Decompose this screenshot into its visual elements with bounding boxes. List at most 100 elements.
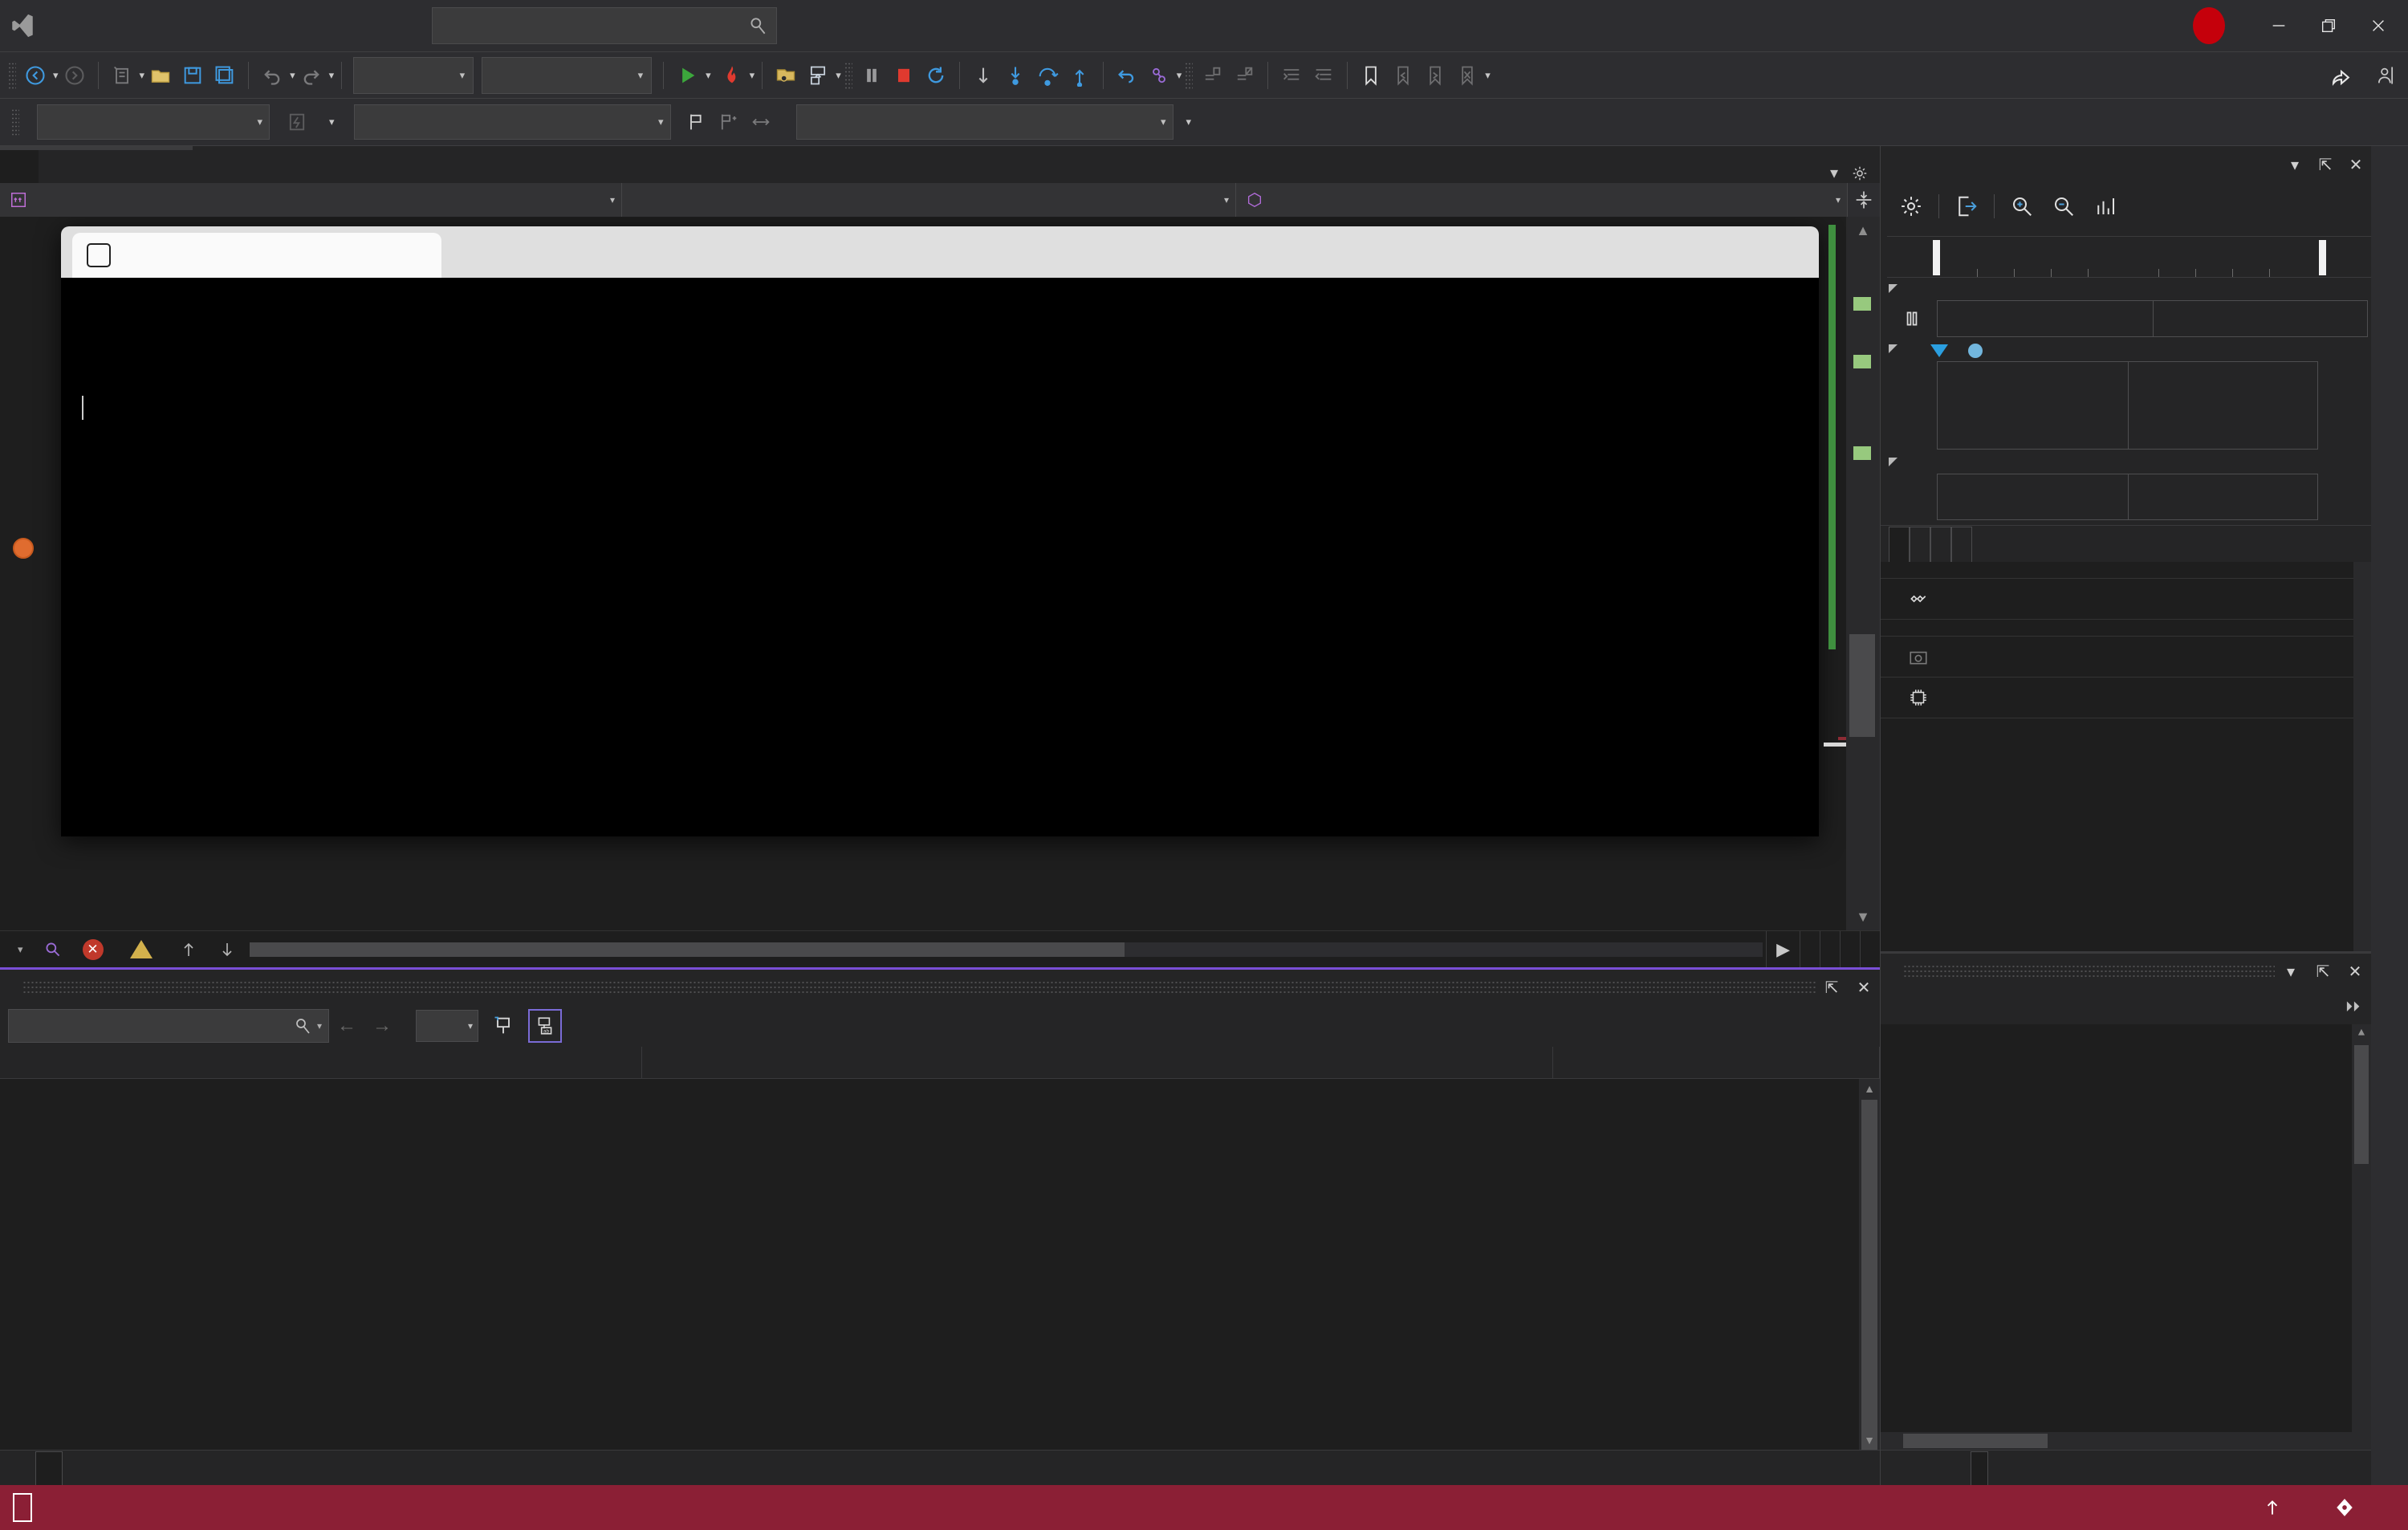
- menu-item-analyze[interactable]: [263, 0, 291, 51]
- clear-bookmarks-icon[interactable]: [1451, 57, 1483, 94]
- account-icon[interactable]: [2369, 57, 2402, 94]
- minimize-button[interactable]: [2254, 0, 2304, 51]
- zoom-out-icon[interactable]: [2043, 187, 2085, 226]
- intellicode-icon[interactable]: [1143, 57, 1175, 94]
- console-maximize-button[interactable]: [1694, 226, 1756, 278]
- column-header-type[interactable]: [1553, 1047, 1880, 1078]
- close-button[interactable]: [2353, 0, 2403, 51]
- next-bookmark-icon[interactable]: [1419, 57, 1451, 94]
- new-project-icon[interactable]: [106, 57, 138, 94]
- cpu-section-header[interactable]: [1881, 451, 2371, 474]
- step-settings-dropdown-icon[interactable]: ▾: [836, 69, 841, 82]
- next-issue-button[interactable]: [208, 931, 246, 968]
- menu-item-test[interactable]: [236, 0, 263, 51]
- cpu-graph[interactable]: [1937, 474, 2318, 520]
- menu-item-edit[interactable]: [72, 0, 100, 51]
- decrease-indent-icon[interactable]: [1308, 57, 1340, 94]
- add-to-source-control-button[interactable]: [2262, 1497, 2302, 1518]
- step-settings-icon[interactable]: [802, 57, 834, 94]
- scroll-down-icon[interactable]: ▼: [1846, 903, 1880, 930]
- zoom-level[interactable]: ▾: [0, 931, 33, 968]
- pin-to-source-icon[interactable]: [486, 1009, 520, 1043]
- panel-drag-handle[interactable]: [22, 980, 1816, 995]
- flag-thread-icon[interactable]: [681, 104, 713, 140]
- menu-item-project[interactable]: [154, 0, 181, 51]
- debugbar-overflow-icon[interactable]: ▾: [1186, 116, 1192, 128]
- show-raw-values-icon[interactable]: ab: [528, 1009, 562, 1043]
- menu-item-help[interactable]: [372, 0, 400, 51]
- search-next-icon[interactable]: →: [364, 1015, 400, 1037]
- locals-grid-body[interactable]: ▲ ▼: [0, 1079, 1880, 1450]
- nav-scope-select[interactable]: ▾: [622, 183, 1236, 217]
- output-overflow-icon[interactable]: ⏵⏵: [2345, 999, 2360, 1015]
- scroll-up-icon[interactable]: ▲: [1859, 1079, 1880, 1098]
- hot-reload-icon[interactable]: [716, 57, 748, 94]
- open-file-icon[interactable]: [144, 57, 177, 94]
- continue-button[interactable]: ▾: [671, 57, 716, 94]
- tab-immediate-window[interactable]: [1954, 1451, 1971, 1485]
- tab-exception-settings[interactable]: [1922, 1451, 1938, 1485]
- restore-button[interactable]: [2304, 0, 2353, 51]
- show-flagged-threads-icon[interactable]: [713, 104, 745, 140]
- summary-all-events[interactable]: [1881, 579, 2371, 620]
- save-icon[interactable]: [177, 57, 209, 94]
- close-icon[interactable]: ✕: [1848, 970, 1880, 1005]
- tab-command-window[interactable]: [1938, 1451, 1954, 1485]
- column-header-value[interactable]: [642, 1047, 1553, 1078]
- toolbar-overflow-icon[interactable]: ▾: [1485, 69, 1491, 82]
- memory-graph[interactable]: [1937, 361, 2318, 450]
- summary-enable-heap-profiling[interactable]: [1881, 678, 2371, 718]
- summary-take-snapshot[interactable]: [1881, 637, 2371, 678]
- console-tab[interactable]: [72, 233, 441, 278]
- console-window[interactable]: [61, 226, 1819, 836]
- step-out-icon[interactable]: [1064, 57, 1096, 94]
- tab-output[interactable]: [1971, 1451, 1988, 1485]
- stop-debugging-icon[interactable]: [888, 57, 920, 94]
- continue-dropdown-icon[interactable]: ▾: [706, 69, 711, 82]
- attach-process-icon[interactable]: [770, 57, 802, 94]
- line-endings[interactable]: [1860, 930, 1880, 968]
- avatar[interactable]: [2193, 7, 2225, 44]
- save-all-icon[interactable]: [209, 57, 241, 94]
- undo-icon[interactable]: [256, 57, 288, 94]
- output-text[interactable]: ▲: [1881, 1024, 2371, 1432]
- search-depth-select[interactable]: ▾: [416, 1010, 478, 1042]
- navigate-backward-icon[interactable]: [19, 57, 51, 94]
- gear-icon[interactable]: [1851, 165, 1869, 182]
- stackframe-select[interactable]: ▾: [795, 104, 1173, 140]
- menu-item-git[interactable]: [127, 0, 154, 51]
- lifecycle-events-icon[interactable]: [281, 104, 313, 140]
- column-header-name[interactable]: [0, 1047, 642, 1078]
- export-icon[interactable]: [1946, 187, 1987, 226]
- previous-bookmark-icon[interactable]: [1387, 57, 1419, 94]
- events-graph[interactable]: [1937, 300, 2368, 337]
- menu-item-file[interactable]: [45, 0, 72, 51]
- tab-autos[interactable]: [10, 1451, 35, 1485]
- menu-item-debug[interactable]: [209, 0, 236, 51]
- previous-issue-button[interactable]: [169, 931, 208, 968]
- scroll-down-icon[interactable]: ▼: [1859, 1430, 1880, 1450]
- locals-search-input[interactable]: ▾: [8, 1009, 329, 1043]
- process-select[interactable]: ▾: [37, 104, 270, 140]
- scroll-up-icon[interactable]: ▲: [2352, 1024, 2371, 1044]
- solution-platform-select[interactable]: ▾: [482, 56, 653, 94]
- error-count[interactable]: ✕: [73, 931, 120, 968]
- select-repository-button[interactable]: [2334, 1497, 2374, 1518]
- console-close-button[interactable]: [1756, 226, 1819, 278]
- insert-mode[interactable]: [1840, 930, 1860, 968]
- tab-breakpoints[interactable]: [1906, 1451, 1922, 1485]
- global-search-input[interactable]: [432, 7, 777, 44]
- close-icon[interactable]: ✕: [2341, 146, 2371, 183]
- step-over-icon[interactable]: [1031, 57, 1064, 94]
- split-editor-icon[interactable]: [1848, 181, 1880, 218]
- uncomment-selection-icon[interactable]: [1228, 57, 1260, 94]
- toolbar-grip[interactable]: [8, 61, 16, 89]
- tab-overflow-icon[interactable]: ▾: [1830, 163, 1838, 183]
- step-into-icon[interactable]: [999, 57, 1031, 94]
- chart-icon[interactable]: [2085, 187, 2126, 226]
- memory-section-header[interactable]: [1881, 337, 2371, 361]
- menu-item-tools[interactable]: [291, 0, 318, 51]
- toolbar-grip[interactable]: [844, 61, 852, 89]
- unflag-threads-icon[interactable]: [745, 104, 777, 140]
- tab-memory-usage[interactable]: [1930, 527, 1951, 562]
